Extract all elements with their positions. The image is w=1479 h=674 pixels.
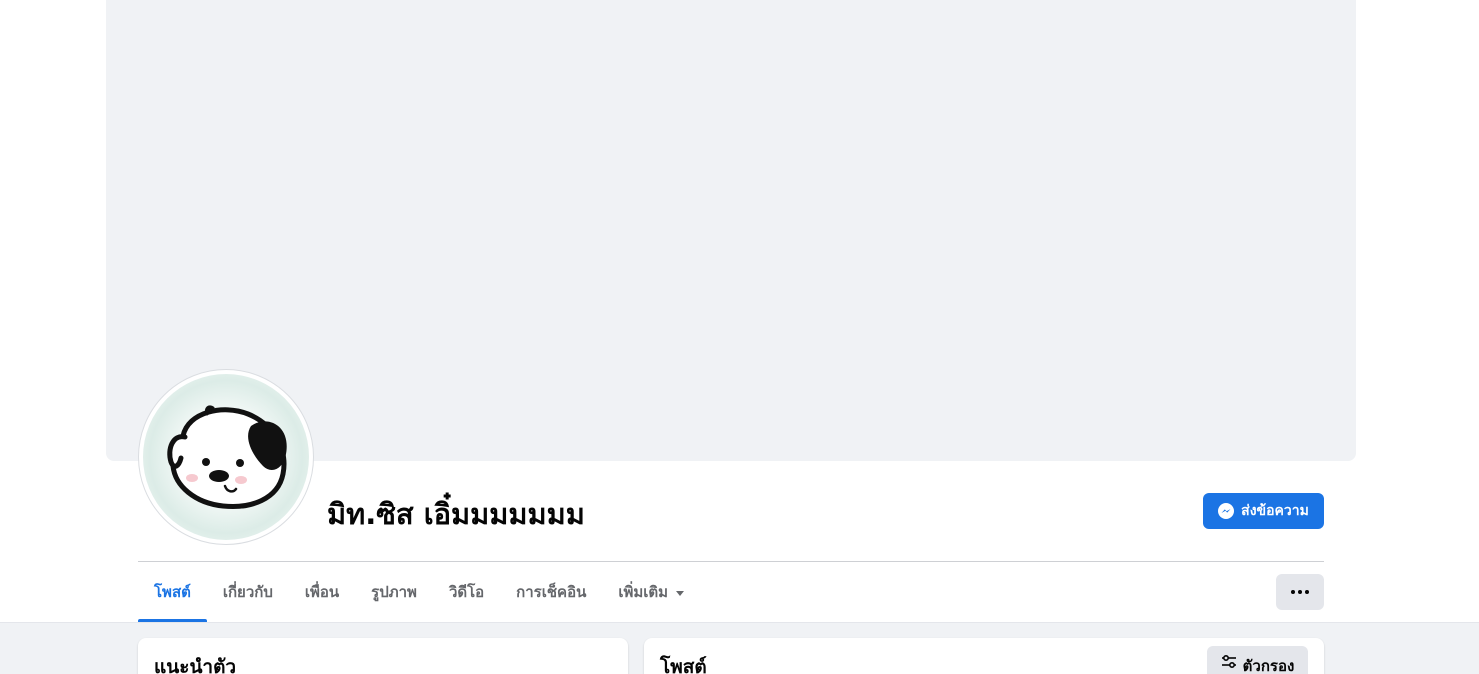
tab-label: วิดีโอ <box>448 583 485 601</box>
profile-page: มิท.ซิส เอิ๋มมมมมมม ส่งข้อความ โพสต์ เกี… <box>0 0 1479 674</box>
filter-label: ตัวกรอง <box>1242 657 1295 674</box>
more-options-button[interactable] <box>1276 574 1324 610</box>
posts-card-title: โพสต์ <box>660 656 707 674</box>
tab-label: เกี่ยวกับ <box>222 583 273 601</box>
tab-label: การเช็คอิน <box>516 583 587 601</box>
ellipsis-icon <box>1291 590 1295 594</box>
cover-photo[interactable] <box>106 0 1356 461</box>
send-message-label: ส่งข้อความ <box>1241 503 1309 519</box>
intro-card: แนะนำตัว <box>138 638 628 674</box>
tab-posts[interactable]: โพสต์ <box>138 562 207 622</box>
filter-button[interactable]: ตัวกรอง <box>1207 646 1308 674</box>
tab-friends[interactable]: เพื่อน <box>289 562 355 622</box>
dog-face-icon <box>167 405 287 510</box>
send-message-button[interactable]: ส่งข้อความ <box>1203 493 1324 529</box>
profile-name: มิท.ซิส เอิ๋มมมมมมม <box>327 497 585 531</box>
intro-card-title: แนะนำตัว <box>154 656 237 674</box>
tab-label: รูปภาพ <box>371 583 417 601</box>
tab-videos[interactable]: วิดีโอ <box>433 562 500 622</box>
tab-photos[interactable]: รูปภาพ <box>355 562 433 622</box>
sliders-icon <box>1221 654 1237 674</box>
tab-label: เพิ่มเติม <box>618 583 669 601</box>
tab-label: เพื่อน <box>304 583 340 601</box>
messenger-icon <box>1218 503 1235 519</box>
tab-more[interactable]: เพิ่มเติม <box>602 562 700 622</box>
profile-tabs: โพสต์ เกี่ยวกับ เพื่อน รูปภาพ วิดีโอ การ… <box>138 562 700 622</box>
tab-about[interactable]: เกี่ยวกับ <box>207 562 289 622</box>
tab-checkins[interactable]: การเช็คอิน <box>500 562 602 622</box>
caret-down-icon <box>676 590 685 596</box>
profile-avatar[interactable] <box>143 374 309 540</box>
tab-label: โพสต์ <box>154 583 191 601</box>
posts-card: โพสต์ ตัวกรอง <box>644 638 1324 674</box>
